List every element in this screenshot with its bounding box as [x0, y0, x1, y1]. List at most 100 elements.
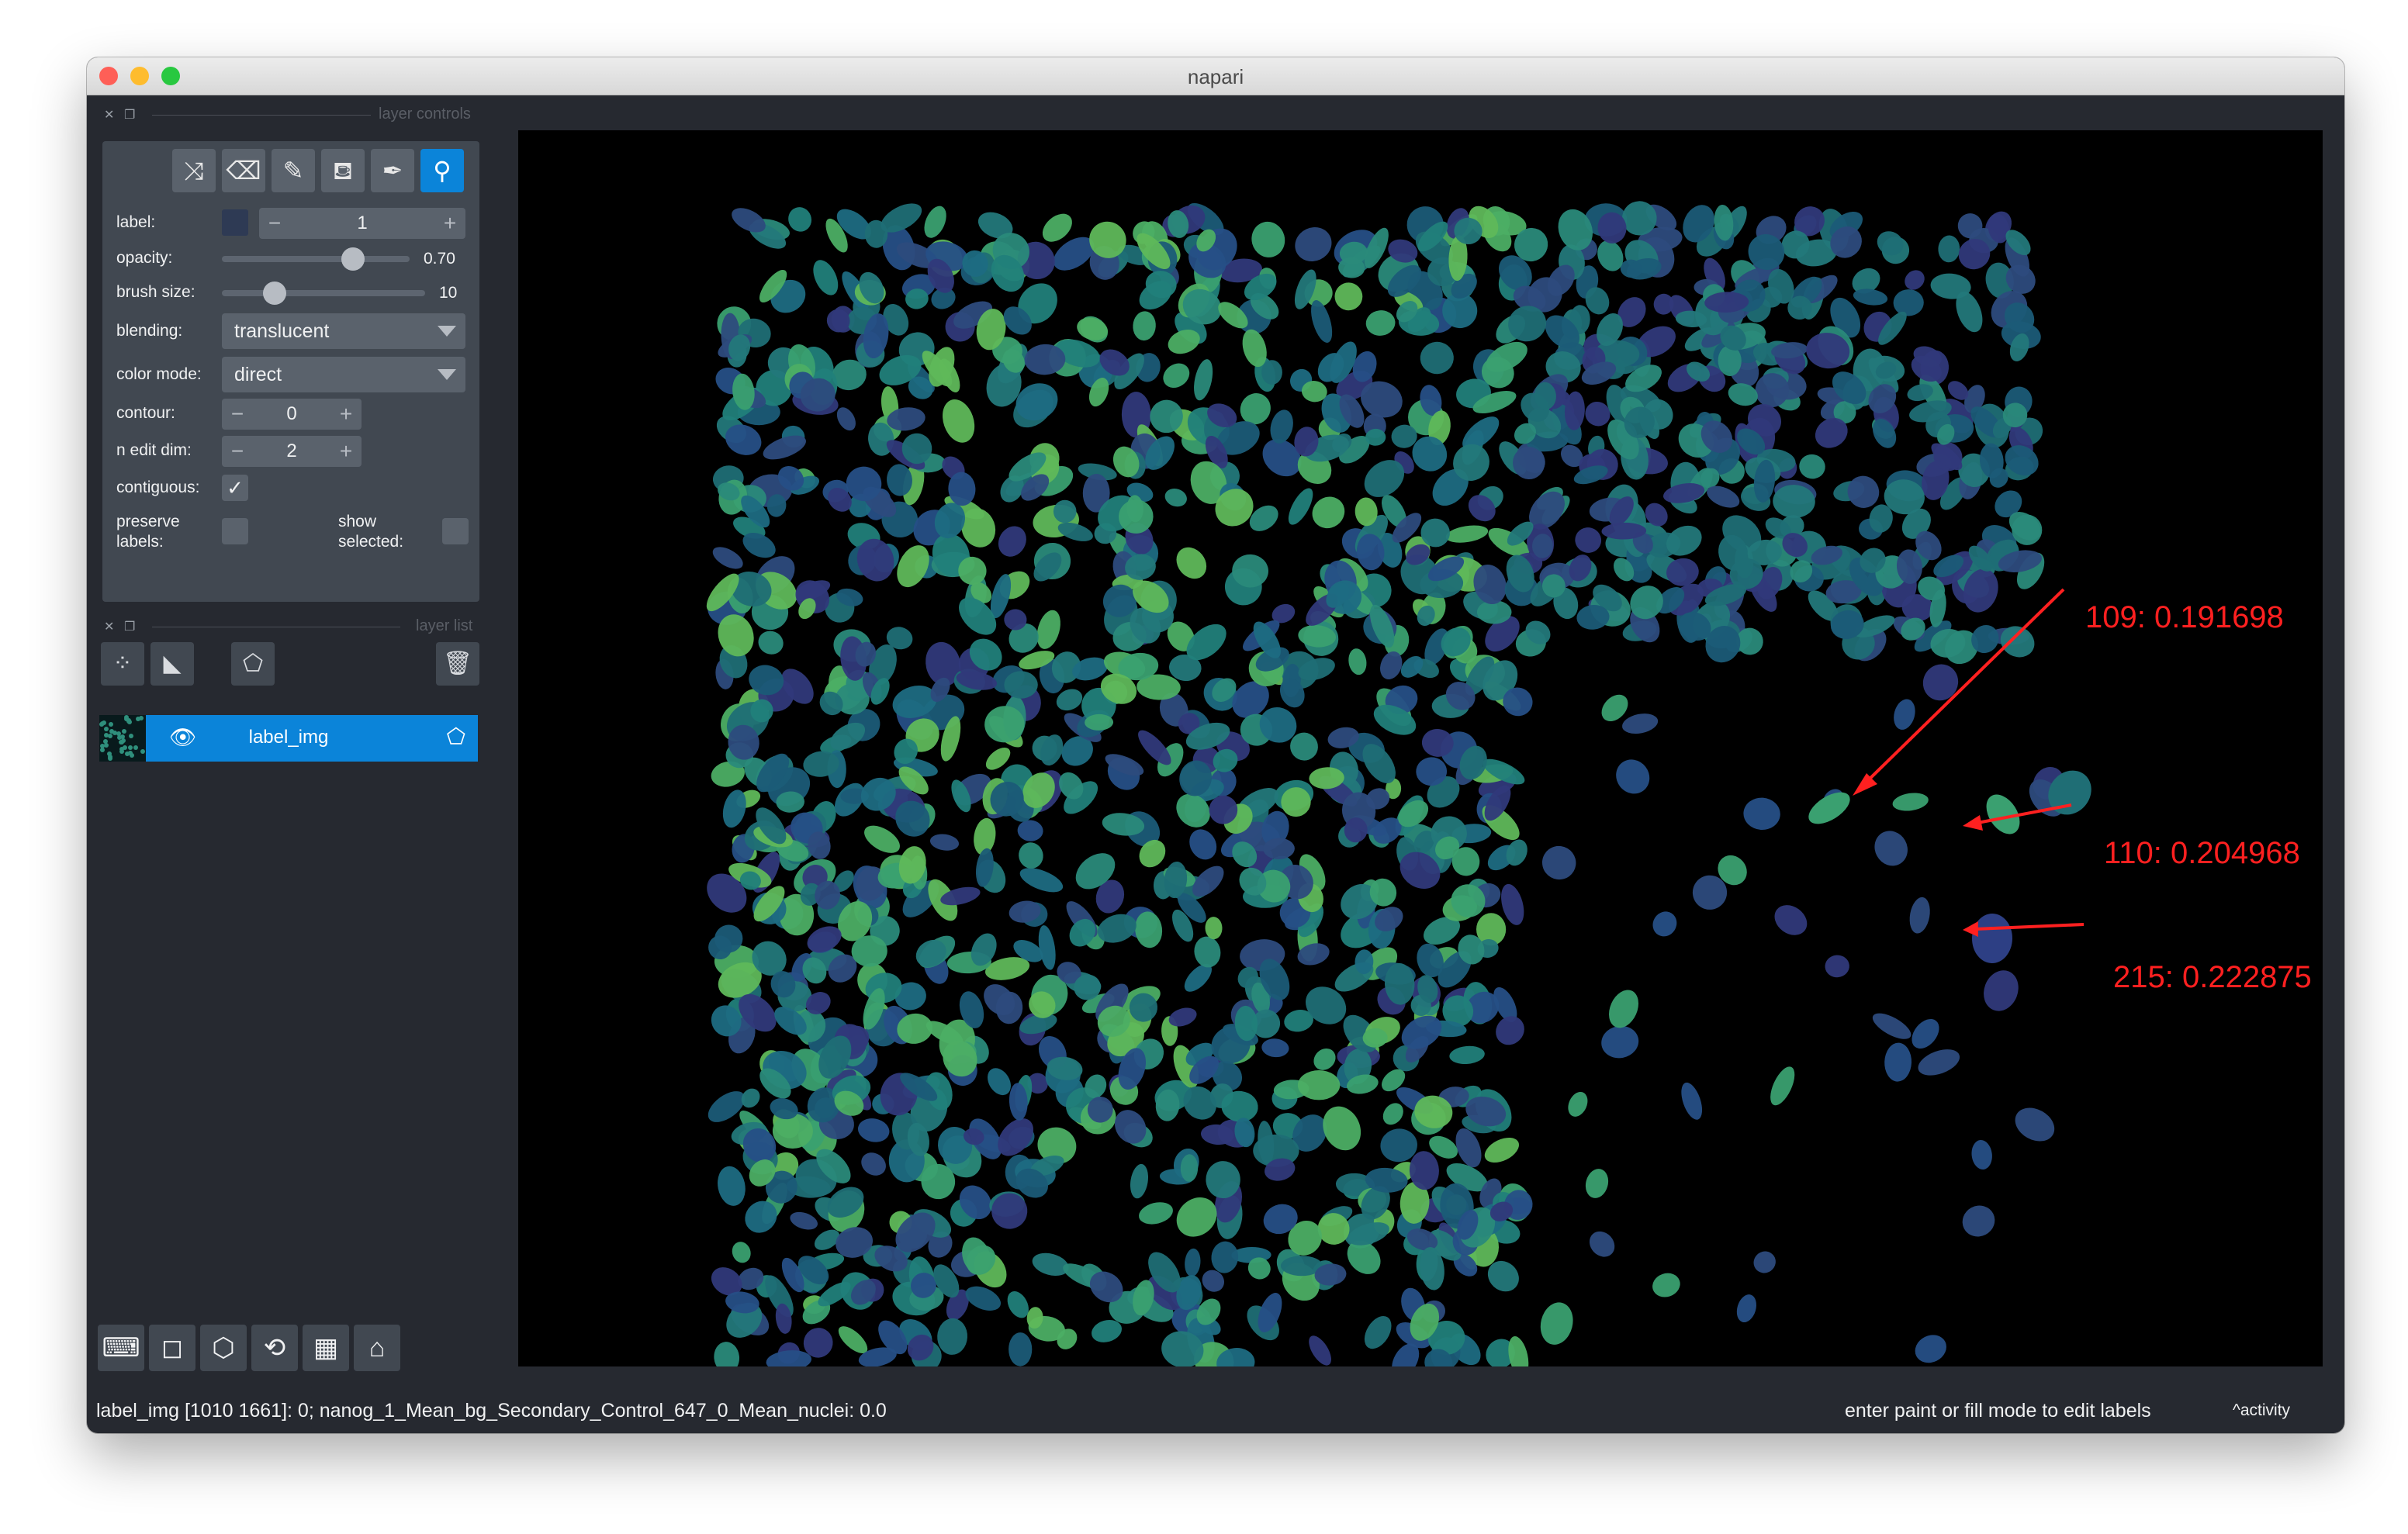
viewer-canvas[interactable]: 109: 0.191698 110: 0.204968 215: 0.22287… — [518, 130, 2323, 1366]
label-blob — [1004, 671, 1038, 699]
status-cursor-info: label_img [1010 1661]: 0; nanog_1_Mean_b… — [96, 1400, 887, 1422]
dock-close-icon[interactable]: ✕ — [104, 619, 114, 634]
color-mode-value: direct — [234, 364, 282, 385]
contiguous-checkbox[interactable]: ✓ — [222, 475, 248, 501]
picker-icon[interactable]: ✒ — [371, 149, 414, 192]
dock-float-icon[interactable]: ❐ — [124, 107, 135, 123]
label-blob — [790, 1211, 818, 1230]
label-increment[interactable]: + — [434, 208, 465, 239]
arrowhead-icon — [1963, 921, 1978, 937]
dock-close-icon[interactable]: ✕ — [104, 107, 114, 123]
label-blob — [2000, 626, 2035, 658]
label-blob — [1309, 1335, 1331, 1366]
layer-list-title: layer list — [416, 617, 473, 634]
label-blob — [1365, 310, 1396, 336]
label-blob — [1019, 842, 1043, 869]
label-blob — [1445, 525, 1489, 543]
new-points-icon[interactable]: ⁘ — [101, 642, 144, 686]
blending-dropdown[interactable]: translucent — [222, 313, 465, 349]
blending-label: blending: — [116, 322, 183, 340]
label-blob — [1971, 914, 2013, 963]
label-color-swatch[interactable] — [222, 209, 248, 236]
label-blob — [1774, 905, 1808, 935]
n-edit-dim-increment[interactable]: + — [330, 436, 362, 467]
labels-layer-tag-icon: ⬠ — [446, 724, 465, 748]
label-blob — [1032, 1252, 1069, 1277]
status-help-text: enter paint or fill mode to edit labels — [1845, 1400, 2151, 1422]
label-blob — [1608, 990, 1639, 1028]
label-blob — [1036, 610, 1060, 649]
label-blob — [1364, 1315, 1392, 1349]
label-blob — [732, 1242, 751, 1263]
arrowhead-icon — [1963, 815, 1983, 831]
label-blob — [1971, 1139, 1992, 1170]
label-blob — [1884, 1042, 1912, 1082]
color-mode-dropdown[interactable]: direct — [222, 357, 465, 392]
label-blob — [1728, 383, 1758, 406]
label-blob — [1984, 970, 2019, 1011]
opacity-slider-handle[interactable] — [341, 247, 365, 271]
ndisplay-icon[interactable]: ◻ — [149, 1325, 195, 1371]
n-edit-dim-decrement[interactable]: − — [222, 436, 253, 467]
label-blob — [1130, 1163, 1149, 1199]
label-blob — [937, 1318, 968, 1355]
zoom-icon[interactable]: ⚲ — [420, 149, 464, 192]
layer-controls-panel: ⤨ ⌫ ✎ ⛾ ✒ ⚲ label: − 1 + opacity: 0.70 b… — [102, 141, 479, 602]
label-value[interactable]: 1 — [290, 208, 434, 239]
label-blob — [1496, 1016, 1524, 1045]
label-blob — [1962, 1205, 1995, 1237]
layer-controls-title: layer controls — [379, 105, 471, 123]
eraser-icon[interactable]: ⌫ — [222, 149, 265, 192]
new-labels-icon[interactable]: ⬠ — [231, 642, 275, 686]
brush-size-slider-handle[interactable] — [263, 282, 287, 305]
n-edit-dim-spinbox[interactable]: − 2 + — [222, 436, 362, 467]
blending-value: translucent — [234, 320, 330, 342]
contour-spinbox[interactable]: − 0 + — [222, 399, 362, 430]
shuffle-icon[interactable]: ⤨ — [172, 149, 216, 192]
label-blob — [1189, 829, 1217, 860]
label-blob — [714, 1342, 740, 1366]
label-blob — [1163, 363, 1190, 389]
label-blob — [1323, 1106, 1361, 1151]
opacity-slider[interactable] — [222, 256, 410, 262]
label-blob — [1616, 759, 1650, 794]
new-shapes-icon[interactable]: ◣ — [150, 642, 194, 686]
label-blob — [2015, 1107, 2055, 1142]
layer-item-label-img[interactable]: 👁 label_img ⬠ — [99, 715, 478, 762]
label-blob — [1915, 1335, 1946, 1363]
roll-dims-icon[interactable]: ⬡ — [200, 1325, 247, 1371]
label-blob — [1909, 897, 1930, 934]
contour-decrement[interactable]: − — [222, 399, 253, 430]
label-blob — [1799, 454, 1825, 479]
home-icon[interactable]: ⌂ — [354, 1325, 400, 1371]
preserve-labels-line1: preserve — [116, 513, 180, 530]
contour-value[interactable]: 0 — [253, 399, 330, 430]
brush-size-value: 10 — [439, 284, 458, 302]
label-blob — [1449, 1045, 1485, 1065]
fill-icon[interactable]: ⛾ — [321, 149, 365, 192]
label-blob — [1912, 1018, 1939, 1049]
console-icon[interactable]: ⌨ — [98, 1325, 144, 1371]
preserve-labels-checkbox[interactable] — [222, 518, 248, 544]
label-decrement[interactable]: − — [259, 208, 290, 239]
chevron-down-icon — [438, 326, 456, 337]
label-blob — [1894, 699, 1915, 730]
activity-button[interactable]: ^activity — [2233, 1401, 2290, 1420]
dock-float-icon[interactable]: ❐ — [124, 619, 135, 634]
label-blob — [813, 260, 839, 295]
n-edit-dim-value[interactable]: 2 — [253, 436, 330, 467]
transpose-icon[interactable]: ⟲ — [251, 1325, 298, 1371]
layer-name[interactable]: label_img — [99, 727, 478, 748]
label-blob — [1313, 1048, 1336, 1070]
grid-icon[interactable]: ▦ — [303, 1325, 349, 1371]
contiguous-label: contiguous: — [116, 479, 200, 496]
delete-layer-icon[interactable]: 🗑 — [436, 642, 479, 686]
brush-icon[interactable]: ✎ — [272, 149, 315, 192]
show-selected-checkbox[interactable] — [442, 518, 469, 544]
label-blob — [788, 207, 812, 232]
label-blob — [1736, 1294, 1756, 1323]
label-blob — [1176, 547, 1207, 579]
contour-increment[interactable]: + — [330, 399, 362, 430]
label-spinbox[interactable]: − 1 + — [259, 208, 465, 239]
brush-size-slider[interactable] — [222, 290, 425, 296]
